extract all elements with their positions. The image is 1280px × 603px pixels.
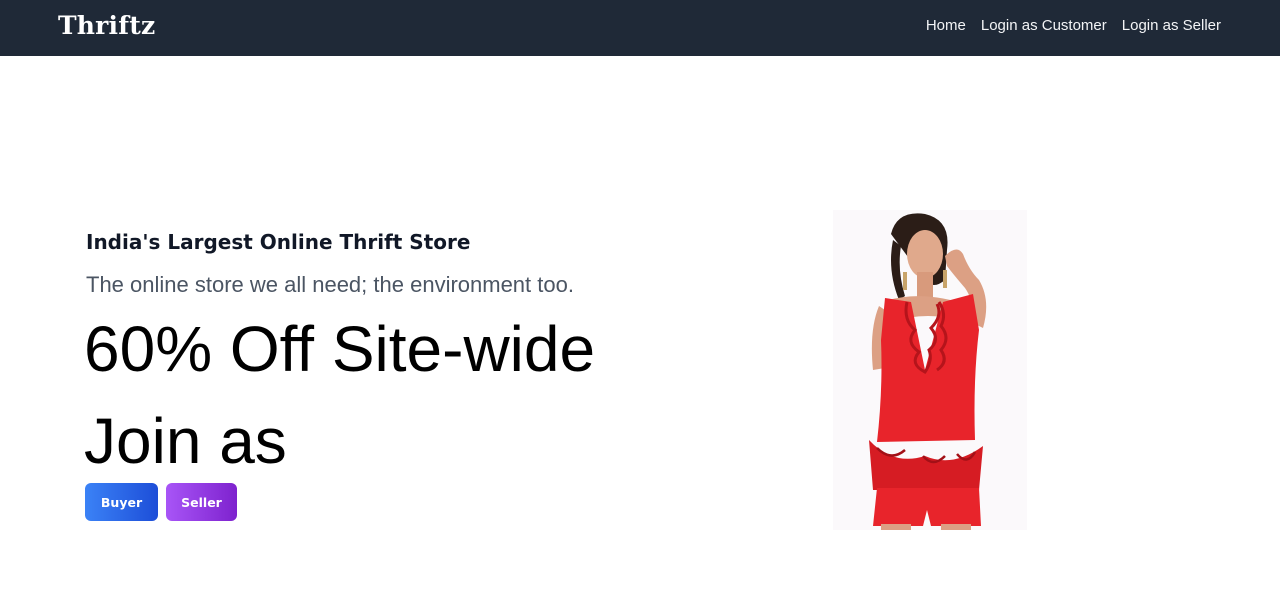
hero-model-image bbox=[833, 210, 1027, 530]
hero-subheading: The online store we all need; the enviro… bbox=[86, 272, 574, 297]
hero-heading: India's Largest Online Thrift Store bbox=[86, 230, 471, 254]
nav-links: Home Login as Customer Login as Seller bbox=[926, 17, 1221, 34]
hero-offer: 60% Off Site-wide bbox=[84, 313, 596, 385]
buyer-button[interactable]: Buyer bbox=[85, 483, 158, 521]
navbar: Thriftz Home Login as Customer Login as … bbox=[0, 0, 1280, 56]
nav-link-home[interactable]: Home bbox=[926, 17, 966, 34]
hero-join-text: Join as bbox=[84, 405, 287, 477]
nav-link-login-seller[interactable]: Login as Seller bbox=[1122, 17, 1221, 34]
model-illustration bbox=[833, 210, 1027, 530]
seller-button[interactable]: Seller bbox=[166, 483, 237, 521]
nav-link-login-customer[interactable]: Login as Customer bbox=[981, 17, 1107, 34]
brand-logo[interactable]: Thriftz bbox=[58, 11, 155, 40]
